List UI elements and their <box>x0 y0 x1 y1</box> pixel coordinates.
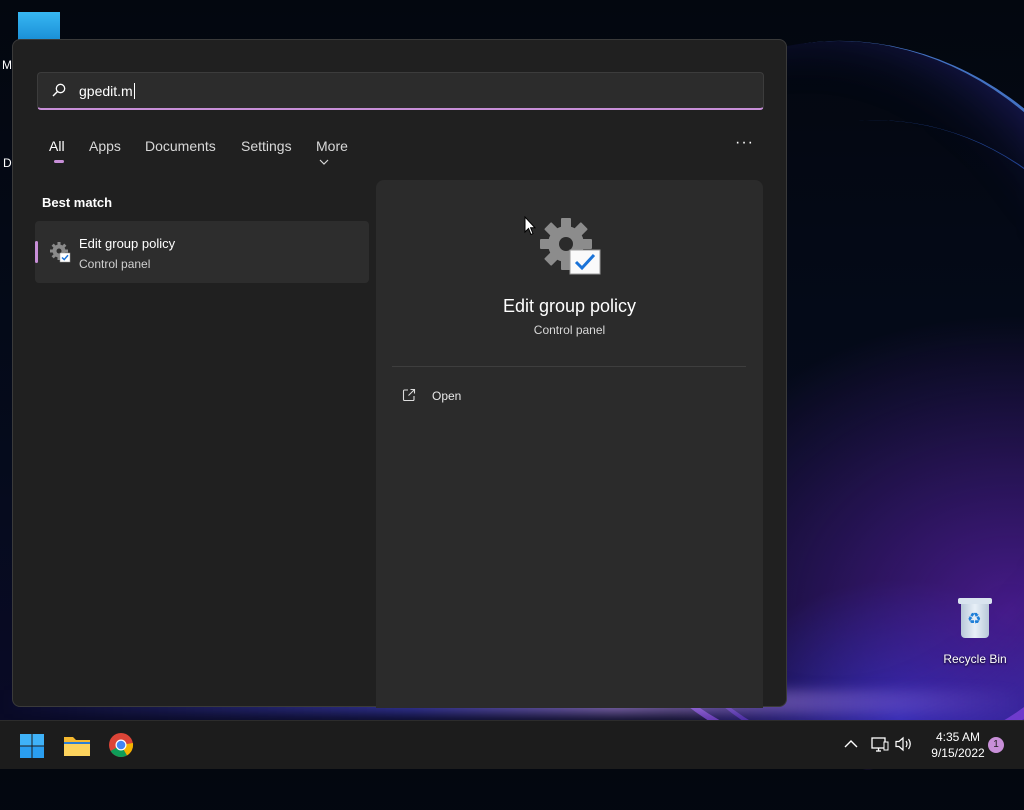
search-icon <box>52 83 66 97</box>
result-title: Edit group policy <box>79 236 176 251</box>
desktop-icon-label-fragment: M <box>2 58 12 72</box>
volume-icon[interactable] <box>895 736 913 752</box>
detail-title: Edit group policy <box>502 296 637 316</box>
tab-all[interactable]: All <box>49 138 65 163</box>
network-icon[interactable] <box>871 736 889 752</box>
tab-more[interactable]: More <box>316 138 348 170</box>
search-panel: gpedit.m All Apps Documents Settings Mor… <box>12 39 787 708</box>
recycle-bin-icon: ♻ <box>958 596 992 638</box>
chrome-icon[interactable] <box>108 732 134 758</box>
taskbar: 4:35 AM 9/15/2022 1 <box>0 720 1024 769</box>
chevron-down-icon <box>319 159 329 165</box>
recycle-bin-label: Recycle Bin <box>943 652 1007 666</box>
result-detail-pane: Edit group policy Control panel Open <box>376 180 763 708</box>
notification-badge[interactable]: 1 <box>988 737 1004 753</box>
search-query-text: gpedit.m <box>79 83 135 99</box>
divider <box>392 366 746 367</box>
tab-apps[interactable]: Apps <box>89 138 121 154</box>
best-match-result[interactable]: Edit group policy Control panel <box>35 221 369 283</box>
clock-time: 4:35 AM <box>935 730 981 744</box>
gear-check-icon <box>540 218 601 275</box>
gear-check-icon <box>50 242 71 263</box>
desktop-icon-partial[interactable] <box>18 12 60 40</box>
result-subtitle: Control panel <box>79 257 151 271</box>
clock-date: 9/15/2022 <box>931 746 985 760</box>
active-tab-indicator <box>54 160 64 163</box>
selection-indicator <box>35 241 38 263</box>
open-external-icon <box>402 388 416 402</box>
windows-start-icon[interactable] <box>19 733 45 759</box>
text-caret <box>133 83 135 99</box>
search-input[interactable]: gpedit.m <box>37 72 764 110</box>
best-match-heading: Best match <box>42 195 113 210</box>
mouse-cursor-icon <box>524 216 536 236</box>
chevron-up-icon[interactable] <box>844 739 858 749</box>
tab-documents[interactable]: Documents <box>145 138 216 154</box>
tab-settings[interactable]: Settings <box>241 138 292 154</box>
more-options-button[interactable]: ··· <box>735 134 754 152</box>
file-explorer-icon[interactable] <box>63 732 91 758</box>
system-clock[interactable]: 4:35 AM 9/15/2022 <box>918 729 998 761</box>
detail-subtitle: Control panel <box>533 323 606 337</box>
recycle-bin-shortcut[interactable]: ♻ Recycle Bin <box>940 596 1010 666</box>
open-action-label: Open <box>432 389 462 403</box>
